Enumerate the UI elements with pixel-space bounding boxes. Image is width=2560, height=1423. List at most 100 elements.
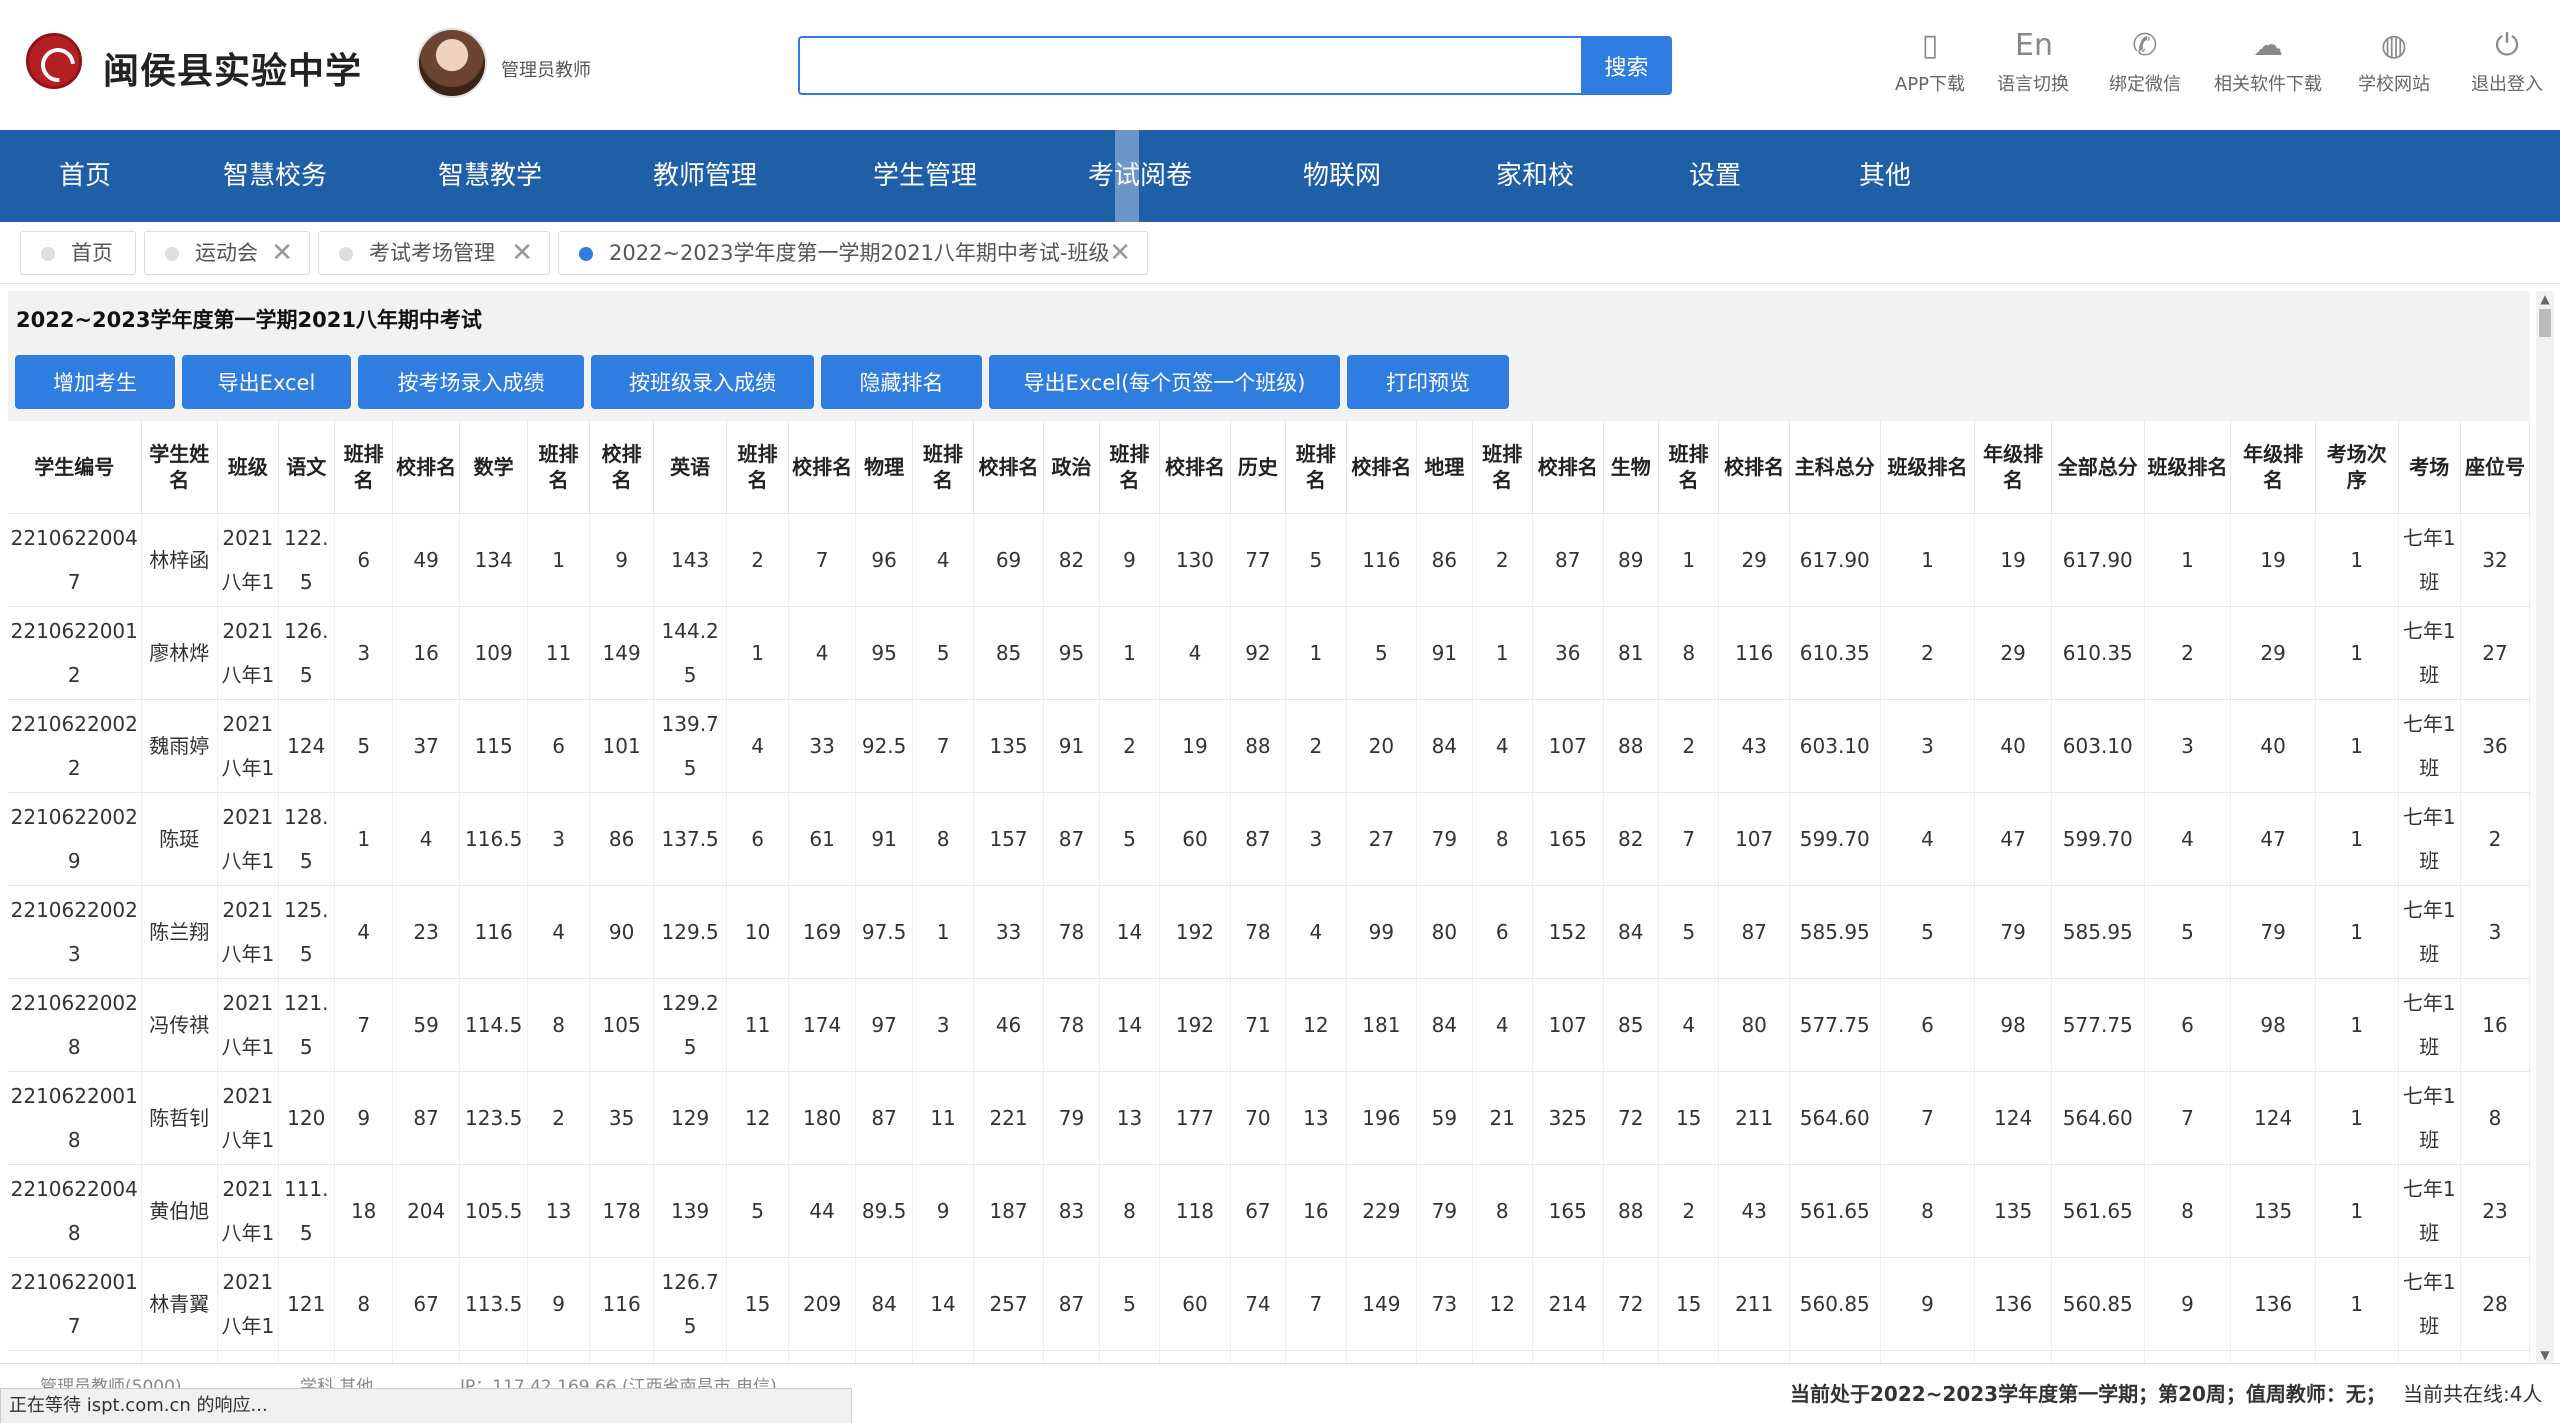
column-header[interactable]: 物理 — [855, 421, 914, 514]
tool-phone[interactable]: ▯ APP下载 — [1895, 28, 1965, 96]
table-row[interactable]: 22106220029 陈珽 2021八年1 128.5 1 4 116.5 3 86 137.5… — [8, 792, 2530, 886]
table-cell: 6 — [527, 699, 590, 793]
column-header[interactable]: 班排名 — [1099, 421, 1161, 514]
column-header[interactable]: 校排名 — [788, 421, 856, 514]
column-header[interactable]: 校排名 — [973, 421, 1045, 514]
column-header[interactable]: 班排名 — [1658, 421, 1720, 514]
nav-item-3[interactable]: 教师管理 — [630, 130, 780, 222]
column-header[interactable]: 主科总分 — [1789, 421, 1881, 514]
table-cell: 1 — [2315, 885, 2399, 979]
nav-item-8[interactable]: 设置 — [1660, 130, 1770, 222]
search-input[interactable] — [798, 36, 1582, 95]
column-header[interactable]: 英语 — [653, 421, 727, 514]
table-row[interactable]: 22106220012 廖林烨 2021八年1 126.5 3 16 109 11 149 144… — [8, 606, 2530, 700]
nav-item-5[interactable]: 考试阅卷 — [1065, 130, 1215, 222]
table-cell: 192 — [1159, 978, 1231, 1072]
table-cell: 42 — [2460, 1350, 2530, 1363]
scroll-up-arrow-icon[interactable]: ▲ — [2536, 291, 2554, 307]
nav-item-9[interactable]: 其他 — [1830, 130, 1940, 222]
action-button-5[interactable]: 导出Excel(每个页签一个班级) — [989, 355, 1340, 409]
table-cell: 564.60 — [2051, 1071, 2145, 1165]
vertical-scrollbar[interactable]: ▲ ▼ — [2536, 291, 2554, 1363]
column-header[interactable]: 校排名 — [392, 421, 460, 514]
column-header[interactable]: 学生编号 — [8, 421, 142, 514]
tab-0[interactable]: 首页 — [20, 231, 136, 275]
table-row[interactable]: 22106220011叶嘉乐2021八年11062329111561011327… — [8, 1350, 2530, 1363]
action-button-6[interactable]: 打印预览 — [1347, 355, 1509, 409]
action-button-3[interactable]: 按班级录入成绩 — [591, 355, 814, 409]
table-cell: 180 — [788, 1071, 856, 1165]
nav-item-2[interactable]: 智慧教学 — [415, 130, 565, 222]
column-header[interactable]: 班排名 — [726, 421, 790, 514]
table-row[interactable]: 22106220023 陈兰翔 2021八年1 125.5 4 23 116 4 90 129.5… — [8, 885, 2530, 979]
table-cell: 564.60 — [1789, 1071, 1881, 1165]
column-header[interactable]: 校排名 — [1159, 421, 1231, 514]
tab-label: 首页 — [71, 241, 113, 265]
tab-1[interactable]: 运动会 ✕ — [144, 231, 310, 275]
tab-close-icon[interactable]: ✕ — [511, 232, 533, 274]
column-header[interactable]: 校排名 — [1718, 421, 1790, 514]
scroll-down-arrow-icon[interactable]: ▼ — [2536, 1347, 2554, 1363]
table-row[interactable]: 22106220047 林梓函 2021八年1 122.5 6 49 134 1 9 143 2 7 9… — [8, 513, 2530, 607]
nav-item-4[interactable]: 学生管理 — [850, 130, 1000, 222]
column-header[interactable]: 地理 — [1416, 421, 1473, 514]
column-header[interactable]: 数学 — [459, 421, 529, 514]
table-cell: 84 — [1416, 699, 1473, 793]
column-header[interactable]: 班排名 — [527, 421, 590, 514]
scroll-thumb[interactable] — [2539, 309, 2551, 337]
table-row[interactable]: 22106220022 魏雨婷 2021八年1 124 5 37 115 6 101 139.75… — [8, 699, 2530, 793]
tool-cloud-download[interactable]: ☁ 相关软件下载 — [2214, 28, 2322, 96]
column-header[interactable]: 座位号 — [2460, 421, 2530, 514]
tool-wechat[interactable]: ✆ 绑定微信 — [2109, 28, 2181, 96]
table-cell: 116 — [459, 885, 529, 979]
nav-item-1[interactable]: 智慧校务 — [200, 130, 350, 222]
column-header[interactable]: 考场 — [2398, 421, 2462, 514]
table-cell: 124 — [278, 699, 335, 793]
table-row[interactable]: 22106220028 冯传祺 2021八年1 121.5 7 59 114.5 8 105 12… — [8, 978, 2530, 1072]
table-cell: 98 — [2230, 978, 2316, 1072]
column-header[interactable]: 校排名 — [1532, 421, 1604, 514]
column-header[interactable]: 年级排名 — [2230, 421, 2316, 514]
tab-dot-icon — [339, 247, 353, 261]
column-header[interactable]: 校排名 — [589, 421, 655, 514]
table-cell: 367 — [1159, 1350, 1231, 1363]
table-cell: 29 — [2230, 606, 2316, 700]
column-header[interactable]: 政治 — [1043, 421, 1100, 514]
action-button-2[interactable]: 按考场录入成绩 — [358, 355, 584, 409]
column-header[interactable]: 班级 — [217, 421, 279, 514]
column-header[interactable]: 全部总分 — [2051, 421, 2145, 514]
table-row[interactable]: 22106220017 林青翼 2021八年1 121 8 67 113.5 9 116 126.… — [8, 1257, 2530, 1351]
tab-3[interactable]: 2022~2023学年度第一学期2021八年期中考试-班级 ✕ — [558, 231, 1148, 275]
column-header[interactable]: 校排名 — [1346, 421, 1418, 514]
tool-globe[interactable]: ◍ 学校网站 — [2358, 28, 2430, 96]
column-header[interactable]: 班级排名 — [1880, 421, 1976, 514]
column-header[interactable]: 班排名 — [1472, 421, 1534, 514]
table-row[interactable]: 22106220018 陈哲钊 2021八年1 120 9 87 123.5 2 35 129 12… — [8, 1071, 2530, 1165]
nav-item-7[interactable]: 家和校 — [1470, 130, 1600, 222]
tool-power[interactable]: ⏻ 退出登入 — [2471, 28, 2543, 96]
column-header[interactable]: 班级排名 — [2144, 421, 2232, 514]
tab-close-icon[interactable]: ✕ — [271, 232, 293, 274]
table-cell: 七年1班 — [2398, 513, 2462, 607]
avatar[interactable] — [417, 28, 487, 98]
search-button[interactable]: 搜索 — [1581, 36, 1672, 95]
action-button-4[interactable]: 隐藏排名 — [821, 355, 982, 409]
table-cell: 36 — [1532, 606, 1604, 700]
column-header[interactable]: 班排名 — [912, 421, 974, 514]
nav-item-6[interactable]: 物联网 — [1282, 130, 1402, 222]
tab-close-icon[interactable]: ✕ — [1109, 232, 1131, 274]
column-header[interactable]: 生物 — [1603, 421, 1659, 514]
table-row[interactable]: 22106220048 黄伯旭 2021八年1 111.5 18 204 105.5 13 17… — [8, 1164, 2530, 1258]
tab-2[interactable]: 考试考场管理 ✕ — [318, 231, 550, 275]
column-header[interactable]: 年级排名 — [1974, 421, 2052, 514]
action-button-0[interactable]: 增加考生 — [15, 355, 175, 409]
nav-item-0[interactable]: 首页 — [30, 130, 140, 222]
action-button-1[interactable]: 导出Excel — [182, 355, 351, 409]
tool-language[interactable]: En 语言切换 — [1997, 28, 2069, 96]
column-header[interactable]: 班排名 — [1285, 421, 1347, 514]
column-header[interactable]: 考场次序 — [2315, 421, 2399, 514]
column-header[interactable]: 班排名 — [334, 421, 394, 514]
column-header[interactable]: 语文 — [278, 421, 335, 514]
column-header[interactable]: 历史 — [1230, 421, 1287, 514]
column-header[interactable]: 学生姓名 — [141, 421, 219, 514]
